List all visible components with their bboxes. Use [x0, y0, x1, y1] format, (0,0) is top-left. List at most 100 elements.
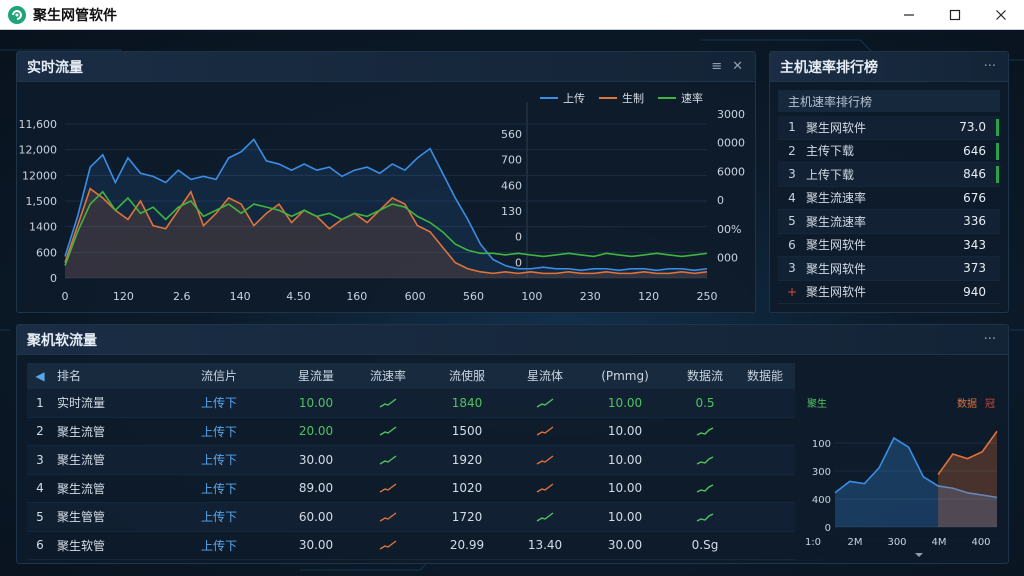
flow-value: 20.00 — [298, 424, 334, 439]
usage-value: 20.99 — [449, 538, 485, 553]
ranking-item[interactable]: + 聚生网软件 940 — [778, 281, 1000, 304]
ranking-item[interactable]: 3 上传下载 846 — [778, 163, 1000, 187]
more-icon[interactable]: ··· — [984, 332, 996, 347]
column-header[interactable]: 星流量 — [275, 367, 357, 384]
rank-name: 聚生网软件 — [806, 120, 867, 135]
data-flow-value: 0.Sg — [691, 538, 719, 553]
rate-trend — [357, 512, 419, 522]
maximize-button[interactable] — [932, 0, 978, 30]
table-row[interactable]: 5 聚生管管 上传下 60.00 1720 10.00 — [27, 503, 795, 532]
close-icon — [996, 9, 1006, 20]
trend-sparkline-icon — [379, 455, 397, 465]
column-header[interactable]: 数据能 — [735, 367, 795, 384]
usage-value: 1720 — [451, 509, 483, 524]
window-title: 聚生网管软件 — [33, 7, 117, 24]
x-tick-label: 2.6 — [173, 290, 191, 303]
x-tick-label: 0 — [62, 290, 69, 303]
ranking-item[interactable]: 1 聚生网软件 73.0 — [778, 116, 1000, 140]
rank-name: 聚生网软件 — [806, 261, 867, 276]
row-number: 1 — [36, 395, 44, 410]
rank-number: + — [786, 284, 798, 299]
trend-sparkline-icon — [696, 484, 714, 493]
host-name: 聚生流管 — [57, 453, 106, 468]
x-tick-label: 400 — [971, 537, 990, 548]
close-button[interactable] — [978, 0, 1024, 30]
y-tick-label: 6000 — [717, 165, 745, 178]
rank-number: 3 — [788, 261, 796, 276]
data-flow-value — [675, 426, 735, 436]
trend-sparkline-icon — [379, 426, 397, 436]
host-name: 聚生流管 — [57, 424, 106, 439]
direction-label: 上传下 — [200, 424, 237, 439]
y-tick-label: 400 — [812, 495, 831, 506]
data-area-chart[interactable]: 聚生 数据 冠 100 300 400 0 1:0 2M 300 4M 400 — [799, 363, 1003, 559]
legend-label: 冠 — [985, 398, 995, 410]
pmmg-value: 10.00 — [607, 481, 643, 496]
direction-label: 上传下 — [200, 510, 237, 525]
table-row[interactable]: 1 实时流量 上传下 10.00 1840 10.00 0.5 — [27, 389, 795, 418]
trend-sparkline-icon — [536, 398, 554, 408]
app-logo-icon — [8, 5, 26, 24]
host-name: 聚生管管 — [57, 510, 106, 525]
column-header[interactable]: 星流体 — [515, 367, 575, 384]
rate-trend — [357, 540, 419, 550]
table-row[interactable]: 6 聚生软管 上传下 30.00 20.99 13.40 30.00 0.Sg — [27, 532, 795, 560]
rank-value: 336 — [963, 214, 986, 229]
flow-value: 60.00 — [298, 509, 334, 524]
settings-icon[interactable]: ≡ — [711, 59, 722, 74]
x-tick-label: 120 — [638, 290, 659, 303]
direction-label: 上传下 — [200, 453, 237, 468]
ranking-item[interactable]: 4 聚生流速率 676 — [778, 187, 1000, 210]
ranking-panel: 主机速率排行榜 ··· 主机速率排行榜 1 聚生网软件 73.0 2 主传下载 646 3 上… — [769, 51, 1009, 313]
table-row[interactable]: 2 聚生流管 上传下 20.00 1500 10.00 — [27, 418, 795, 446]
x-tick-label: 100 — [521, 290, 542, 303]
rate-trend — [357, 398, 419, 408]
sort-icon[interactable]: ◀ — [27, 369, 53, 383]
direction-label: 上传下 — [200, 538, 237, 553]
column-header[interactable]: 流速率 — [357, 367, 419, 384]
column-header[interactable]: 流信片 — [163, 367, 275, 384]
trend-sparkline-icon — [536, 512, 554, 522]
x-tick-label: 1:0 — [805, 537, 821, 548]
usage-value: 1920 — [451, 452, 483, 467]
column-header[interactable]: 排名 — [53, 367, 163, 384]
flow-value: 30.00 — [298, 538, 334, 553]
x-tick-label: 2M — [848, 537, 863, 548]
ranking-subtitle: 主机速率排行榜 — [778, 90, 1000, 112]
close-icon[interactable]: ✕ — [732, 59, 743, 74]
pmmg-value: 10.00 — [607, 452, 643, 467]
table-header-row: ◀ 排名 流信片 星流量 流速率 流使服 星流体 (Pmmg) 数据流 数据能 — [27, 363, 795, 389]
x-tick-label: 120 — [113, 290, 134, 303]
column-header[interactable]: 数据流 — [675, 367, 735, 384]
x-tick-label: 4M — [932, 537, 947, 548]
minimize-button[interactable] — [886, 0, 932, 30]
traffic-line-chart[interactable]: 11,60012,000120001,500140060005607004601… — [17, 82, 755, 312]
usage-value: 1500 — [451, 424, 483, 439]
rank-indicator — [996, 166, 999, 183]
trend-sparkline-icon — [536, 483, 554, 493]
table-row[interactable]: 3 聚生流管 上传下 30.00 1920 10.00 — [27, 446, 795, 475]
column-header[interactable]: 流使服 — [419, 367, 515, 384]
table-row[interactable]: 4 聚生流管 上传下 89.00 1020 10.00 — [27, 475, 795, 503]
more-icon[interactable]: ··· — [984, 59, 996, 74]
rank-number: 4 — [788, 190, 796, 205]
rank-name: 聚生网软件 — [806, 238, 867, 253]
y-tick-label: 12000 — [22, 169, 57, 182]
rank-value: 646 — [963, 143, 986, 158]
trend-sparkline-icon — [536, 426, 554, 436]
x-tick-label: 230 — [580, 290, 601, 303]
data-flow-value — [675, 483, 735, 493]
flow-trend — [515, 512, 575, 522]
ranking-panel-header: 主机速率排行榜 ··· — [770, 52, 1008, 82]
pmmg-value: 10.00 — [607, 509, 643, 524]
y-tick-label: 600 — [36, 246, 57, 259]
pmmg-value: 30.00 — [607, 538, 643, 553]
data-flow-value — [675, 512, 735, 522]
flow-trend — [515, 426, 575, 436]
ranking-item[interactable]: 2 主传下载 646 — [778, 140, 1000, 163]
column-header[interactable]: (Pmmg) — [575, 369, 675, 383]
host-table-title: 聚机软流量 — [27, 332, 97, 349]
ranking-item[interactable]: 3 聚生网软件 373 — [778, 257, 1000, 281]
ranking-item[interactable]: 6 聚生网软件 343 — [778, 234, 1000, 257]
ranking-item[interactable]: 5 聚生流速率 336 — [778, 210, 1000, 234]
